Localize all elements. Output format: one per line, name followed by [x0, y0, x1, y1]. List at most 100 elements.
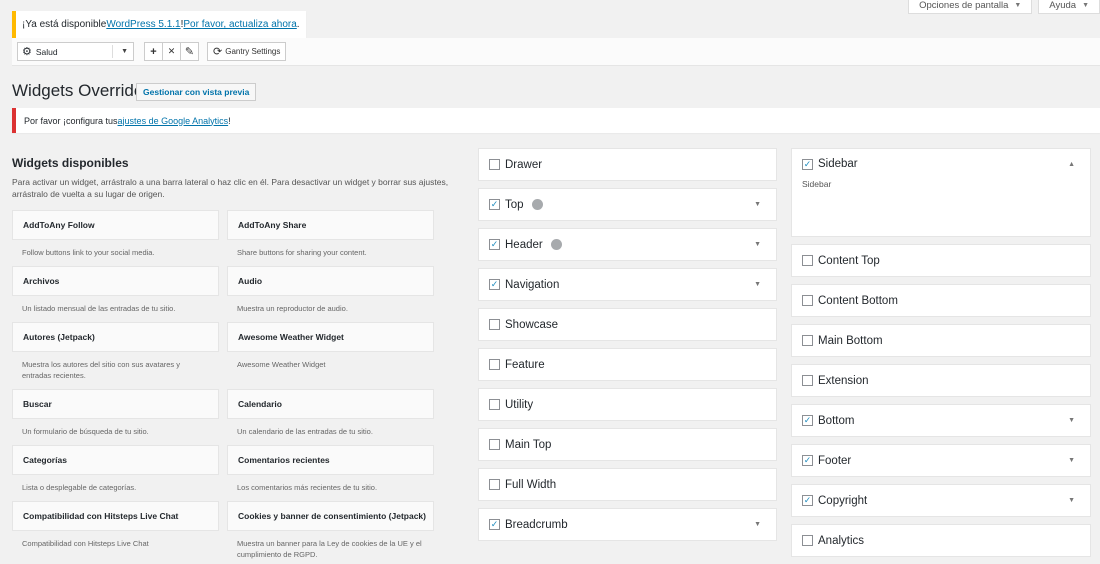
widget-area-analytics[interactable]: Analytics: [791, 524, 1091, 557]
widget-area-navigation[interactable]: ✓ Navigation ▼: [478, 268, 777, 301]
analytics-settings-link[interactable]: ajustes de Google Analytics: [118, 116, 229, 126]
widget-area-checkbox[interactable]: [802, 535, 813, 546]
wordpress-version-link[interactable]: WordPress 5.1.1: [106, 19, 180, 30]
widget-area-checkbox[interactable]: [802, 375, 813, 386]
caret-down-icon[interactable]: ▼: [1068, 417, 1075, 424]
outline-actions: + ✕ ✎: [144, 42, 199, 61]
widget-title[interactable]: Calendario: [227, 389, 434, 419]
check-icon: ✓: [490, 519, 499, 529]
widget-area-label: Sidebar: [818, 158, 858, 170]
caret-down-icon[interactable]: ▼: [754, 201, 761, 208]
widget-title[interactable]: Buscar: [12, 389, 219, 419]
widget-area-checkbox[interactable]: [802, 335, 813, 346]
add-outline-button[interactable]: +: [144, 42, 163, 61]
check-icon: ✓: [490, 199, 499, 209]
widget-area-checkbox[interactable]: [489, 439, 500, 450]
widget-area-checkbox[interactable]: ✓: [802, 415, 813, 426]
widget-area-checkbox[interactable]: ✓: [802, 158, 813, 170]
widget-area-header: Feature: [489, 359, 545, 371]
widget-area-top[interactable]: ✓ Top ▼: [478, 188, 777, 221]
caret-down-icon[interactable]: ▼: [1068, 497, 1075, 504]
widget-title[interactable]: AddToAny Follow: [12, 210, 219, 240]
widget-item-compatibilidad-con-hitsteps-live-chat: Compatibilidad con Hitsteps Live Chat Com…: [12, 501, 219, 564]
help-button[interactable]: Ayuda ▼: [1038, 0, 1100, 14]
widget-title[interactable]: Categorías: [12, 445, 219, 475]
widget-area-label: Showcase: [505, 318, 559, 331]
widget-area-header: ✓ Bottom: [802, 415, 854, 427]
widget-title[interactable]: Compatibilidad con Hitsteps Live Chat: [12, 501, 219, 531]
widget-area-checkbox[interactable]: [489, 159, 500, 170]
widget-title[interactable]: AddToAny Share: [227, 210, 434, 240]
widget-area-checkbox[interactable]: ✓: [802, 455, 813, 466]
widget-area-utility[interactable]: Utility: [478, 388, 777, 421]
screen-options-label: Opciones de pantalla: [919, 0, 1009, 11]
widget-area-checkbox[interactable]: [489, 359, 500, 370]
widget-description: Follow buttons link to your social media…: [22, 248, 155, 257]
gear-icon: ⚙: [22, 46, 32, 58]
widget-area-footer[interactable]: ✓ Footer ▼: [791, 444, 1091, 477]
update-now-link[interactable]: Por favor, actualiza ahora: [183, 19, 296, 30]
gantry-settings-button[interactable]: ⟳ Gantry Settings: [207, 42, 287, 61]
widget-area-header: Extension: [802, 375, 869, 387]
widget-area-header[interactable]: ✓ Header ▼: [478, 228, 777, 261]
widget-description: Muestra un reproductor de audio.: [237, 304, 348, 313]
widget-title[interactable]: Comentarios recientes: [227, 445, 434, 475]
widget-area-copyright[interactable]: ✓ Copyright ▼: [791, 484, 1091, 517]
widget-area-showcase[interactable]: Showcase: [478, 308, 777, 341]
widget-item-addtoany-share: AddToAny Share Share buttons for sharing …: [227, 210, 434, 266]
widget-area-drawer[interactable]: Drawer: [478, 148, 777, 181]
available-widgets-description: Para activar un widget, arrástralo a una…: [12, 177, 449, 199]
caret-down-icon[interactable]: ▼: [754, 241, 761, 248]
select-divider: [112, 45, 113, 58]
gantry-settings-label: Gantry Settings: [225, 47, 281, 56]
spinner-icon: [531, 199, 543, 210]
widget-area-checkbox[interactable]: [802, 255, 813, 266]
widget-area-label: Analytics: [818, 534, 865, 547]
widget-title[interactable]: Cookies y banner de consentimiento (Jetp…: [227, 501, 434, 531]
widget-title[interactable]: Archivos: [12, 266, 219, 296]
widget-area-label: Breadcrumb: [505, 518, 568, 531]
widget-area-sidebar[interactable]: ✓ Sidebar ▲ Sidebar: [791, 148, 1091, 237]
widget-area-label: Full Width: [505, 478, 557, 491]
edit-outline-button[interactable]: ✎: [180, 42, 199, 61]
widget-area-label: Drawer: [505, 158, 543, 171]
widget-area-breadcrumb[interactable]: ✓ Breadcrumb ▼: [478, 508, 777, 541]
widget-area-checkbox[interactable]: [802, 295, 813, 306]
widget-area-checkbox[interactable]: ✓: [489, 239, 500, 250]
widget-area-main-top[interactable]: Main Top: [478, 428, 777, 461]
widget-area-extension[interactable]: Extension: [791, 364, 1091, 397]
check-icon: ✓: [803, 455, 812, 465]
widget-description: Muestra los autores del sitio con sus av…: [22, 360, 180, 380]
widget-area-feature[interactable]: Feature: [478, 348, 777, 381]
widget-area-header: Showcase: [489, 319, 558, 331]
widget-area-bottom[interactable]: ✓ Bottom ▼: [791, 404, 1091, 437]
widget-description: Muestra un banner para la Ley de cookies…: [237, 539, 422, 559]
caret-up-icon[interactable]: ▲: [1068, 161, 1075, 168]
plus-icon: +: [150, 45, 157, 58]
caret-down-icon[interactable]: ▼: [754, 521, 761, 528]
widget-area-checkbox[interactable]: [489, 479, 500, 490]
widget-area-full-width[interactable]: Full Width: [478, 468, 777, 501]
outline-select[interactable]: ⚙ Salud ▼: [17, 42, 134, 61]
screen-options-button[interactable]: Opciones de pantalla ▼: [908, 0, 1033, 14]
widget-area-checkbox[interactable]: ✓: [802, 495, 813, 506]
widget-area-checkbox[interactable]: ✓: [489, 519, 500, 530]
widget-area-checkbox[interactable]: [489, 399, 500, 410]
delete-outline-button[interactable]: ✕: [162, 42, 181, 61]
widget-area-checkbox[interactable]: ✓: [489, 279, 500, 290]
manage-with-preview-button[interactable]: Gestionar con vista previa: [136, 83, 257, 101]
caret-down-icon[interactable]: ▼: [1068, 457, 1075, 464]
widget-area-checkbox[interactable]: ✓: [489, 199, 500, 210]
widget-area-checkbox[interactable]: [489, 319, 500, 330]
widget-area-header: ✓ Breadcrumb: [489, 519, 568, 531]
caret-down-icon[interactable]: ▼: [754, 281, 761, 288]
widget-area-label: Top: [505, 198, 524, 211]
widget-area-header: ✓ Top: [489, 199, 543, 211]
widget-title[interactable]: Autores (Jetpack): [12, 322, 219, 352]
widget-area-content-bottom[interactable]: Content Bottom: [791, 284, 1091, 317]
widget-area-content-top[interactable]: Content Top: [791, 244, 1091, 277]
widget-area-label: Content Bottom: [818, 294, 898, 307]
widget-area-main-bottom[interactable]: Main Bottom: [791, 324, 1091, 357]
widget-title[interactable]: Audio: [227, 266, 434, 296]
widget-title[interactable]: Awesome Weather Widget: [227, 322, 434, 352]
